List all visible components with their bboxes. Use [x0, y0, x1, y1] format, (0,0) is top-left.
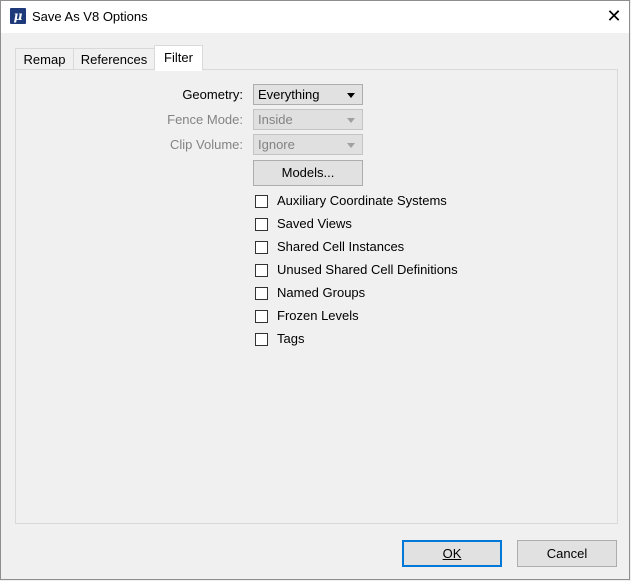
tab-label: Remap	[23, 52, 66, 67]
checkbox-box[interactable]	[255, 310, 268, 323]
fence-mode-label: Fence Mode:	[167, 112, 243, 127]
checkbox-box[interactable]	[255, 241, 268, 254]
ok-button-label: OK	[442, 546, 462, 561]
geometry-select[interactable]: Everything	[253, 84, 363, 105]
tab-label: Filter	[164, 50, 193, 65]
checkbox-box[interactable]	[255, 333, 268, 346]
checkbox-label: Tags	[277, 331, 305, 346]
checkbox-label: Saved Views	[277, 216, 352, 231]
cancel-button[interactable]: Cancel	[517, 540, 617, 567]
clip-volume-value: Ignore	[258, 137, 295, 152]
checkbox-box[interactable]	[255, 264, 268, 277]
microstation-app-icon: μ	[10, 8, 26, 24]
dropdown-arrow-icon	[347, 143, 355, 148]
save-as-v8-options-dialog: μ Save As V8 Options ✕ Remap References …	[0, 0, 630, 580]
dropdown-arrow-icon	[347, 118, 355, 123]
ok-button[interactable]: OK	[402, 540, 502, 567]
checkbox-label: Shared Cell Instances	[277, 239, 405, 254]
cancel-button-label: Cancel	[546, 546, 588, 561]
tab-references[interactable]: References	[73, 48, 155, 70]
checkbox-box[interactable]	[255, 287, 268, 300]
checkbox-box[interactable]	[255, 195, 268, 208]
tab-filter[interactable]: Filter	[154, 45, 203, 71]
geometry-label: Geometry:	[182, 87, 243, 102]
checkbox-label: Frozen Levels	[277, 308, 359, 323]
close-icon[interactable]: ✕	[599, 1, 629, 33]
title-bar[interactable]: μ Save As V8 Options ✕	[1, 1, 629, 33]
fence-mode-select: Inside	[253, 109, 363, 130]
models-button[interactable]: Models...	[253, 160, 363, 186]
clip-volume-label: Clip Volume:	[170, 137, 243, 152]
tab-label: References	[80, 52, 148, 67]
checkbox-label: Auxiliary Coordinate Systems	[277, 193, 447, 208]
checkbox-box[interactable]	[255, 218, 268, 231]
dropdown-arrow-icon	[347, 93, 355, 98]
clip-volume-select: Ignore	[253, 134, 363, 155]
checkbox-label: Unused Shared Cell Definitions	[277, 262, 458, 277]
window-title: Save As V8 Options	[32, 9, 148, 24]
geometry-value: Everything	[258, 87, 320, 102]
tab-remap[interactable]: Remap	[15, 48, 74, 70]
fence-mode-value: Inside	[258, 112, 293, 127]
checkbox-label: Named Groups	[277, 285, 366, 300]
